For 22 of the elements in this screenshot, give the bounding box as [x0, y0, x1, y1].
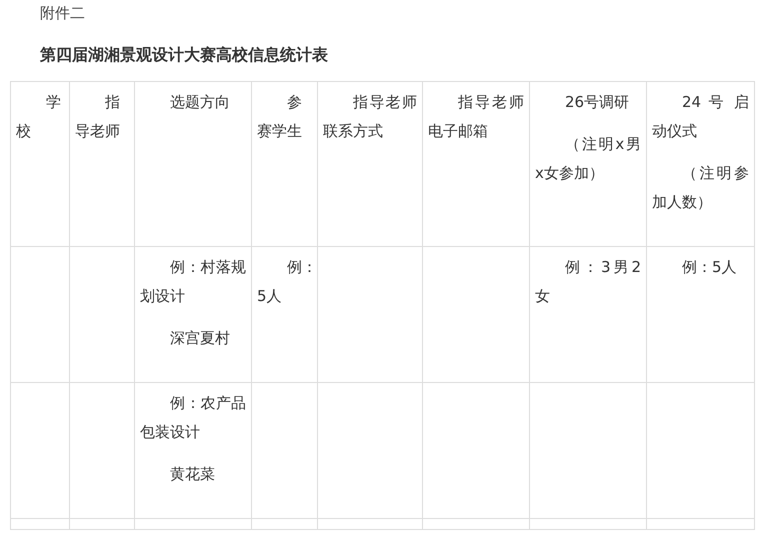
- cell-text: 24 号 启动仪式: [652, 92, 749, 142]
- cell-text: 黄花菜: [169, 464, 216, 485]
- table-cell: [252, 518, 318, 530]
- cell-text: 例：5人: [257, 257, 312, 307]
- table-cell: [70, 518, 134, 530]
- cell-text: 例：5人: [681, 257, 738, 278]
- cell-text: 深宫夏村: [169, 328, 231, 349]
- cell-text: 学校: [16, 92, 62, 142]
- cell-text: 例：村落规划设计: [140, 257, 246, 307]
- cell-text: 例：农产品包装设计: [140, 393, 246, 443]
- cell-text: 选题方向: [169, 92, 231, 113]
- cell-text: （注明x男x女参加）: [535, 134, 641, 184]
- cell-text: 例：3男2女: [535, 257, 641, 307]
- cell-text: 指导老师联系方式: [323, 92, 417, 142]
- attachment-label: 附件二: [39, 3, 86, 24]
- cell-text: （注明参加人数）: [652, 163, 749, 213]
- cell-text: 指导老师电子邮箱: [428, 92, 524, 142]
- cell-text: 参赛学生: [257, 92, 303, 142]
- cell-text: 指导老师: [75, 92, 121, 142]
- cell-text: 26号调研: [564, 92, 630, 113]
- table-title: 第四届湖湘景观设计大赛高校信息统计表: [40, 44, 329, 66]
- table-cell: [10, 518, 70, 530]
